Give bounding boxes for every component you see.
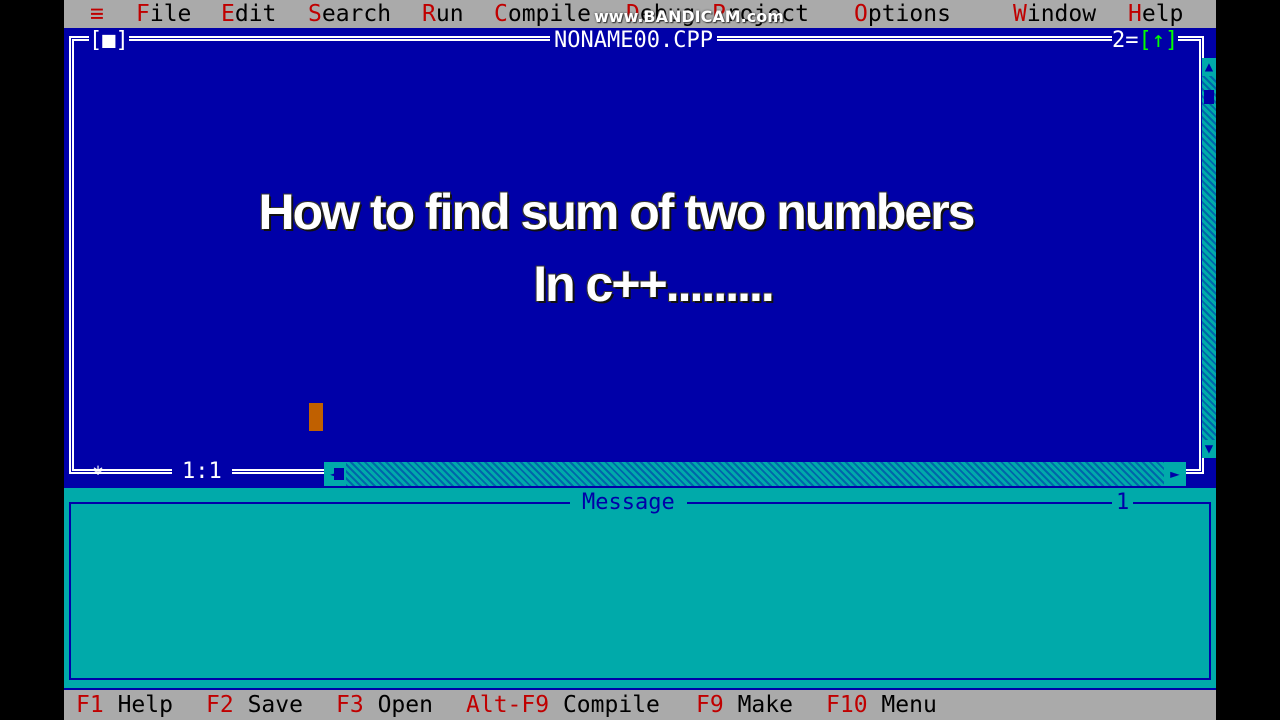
window-number[interactable]: 2=[↑] — [1112, 28, 1179, 53]
close-box-button[interactable]: [■] — [89, 30, 129, 52]
resize-corner-icon[interactable]: * — [92, 462, 104, 486]
message-window[interactable]: Message 1 — [64, 488, 1216, 688]
editor-title: NONAME00.CPP — [550, 30, 717, 52]
editor-window[interactable]: [■] NONAME00.CPP 2=[↑] ▲ ▼ * 1:1 ◄ ► How… — [64, 28, 1216, 488]
status-menu[interactable]: F10 Menu — [826, 690, 937, 720]
status-bar: F1 Help F2 Save F3 Open Alt-F9 Compile F… — [64, 690, 1216, 720]
text-cursor — [309, 403, 323, 431]
horizontal-scroll-thumb[interactable] — [334, 468, 344, 480]
menu-search[interactable]: Search — [308, 0, 391, 28]
horizontal-scrollbar[interactable]: ◄ ► — [324, 462, 1186, 486]
zoom-box-button[interactable]: [↑] — [1139, 28, 1179, 53]
scroll-right-arrow-icon[interactable]: ► — [1164, 462, 1186, 486]
menu-run[interactable]: Run — [422, 0, 464, 28]
menu-options[interactable]: Options — [854, 0, 951, 28]
menu-window[interactable]: Window — [1013, 0, 1096, 28]
vertical-scroll-thumb[interactable] — [1204, 90, 1214, 104]
menu-bar: ≡ File Edit Search Run Compile Debug Pro… — [64, 0, 1216, 28]
menu-compile[interactable]: Compile — [494, 0, 591, 28]
status-compile[interactable]: Alt-F9 Compile — [466, 690, 660, 720]
system-menu-icon[interactable]: ≡ — [90, 0, 104, 28]
menu-help[interactable]: Help — [1128, 0, 1183, 28]
status-make[interactable]: F9 Make — [696, 690, 793, 720]
status-save[interactable]: F2 Save — [206, 690, 303, 720]
message-title: Message — [570, 492, 687, 514]
vertical-scrollbar[interactable]: ▲ ▼ — [1202, 58, 1216, 458]
turbo-cpp-ide: ≡ File Edit Search Run Compile Debug Pro… — [64, 0, 1216, 720]
menu-file[interactable]: File — [136, 0, 191, 28]
message-window-number: 1 — [1112, 492, 1134, 514]
cursor-position: 1:1 — [172, 461, 232, 483]
recording-watermark: www.BANDICAM.com — [594, 7, 784, 26]
status-open[interactable]: F3 Open — [336, 690, 433, 720]
message-frame — [69, 502, 1211, 680]
scroll-down-arrow-icon[interactable]: ▼ — [1202, 440, 1216, 458]
menu-edit[interactable]: Edit — [221, 0, 276, 28]
status-help[interactable]: F1 Help — [76, 690, 173, 720]
caption-line-2: In c++......... — [533, 256, 775, 312]
scroll-up-arrow-icon[interactable]: ▲ — [1202, 58, 1216, 76]
caption-line-1: How to find sum of two numbers — [258, 184, 976, 240]
video-caption: How to find sum of two numbers In c++...… — [64, 176, 1168, 320]
